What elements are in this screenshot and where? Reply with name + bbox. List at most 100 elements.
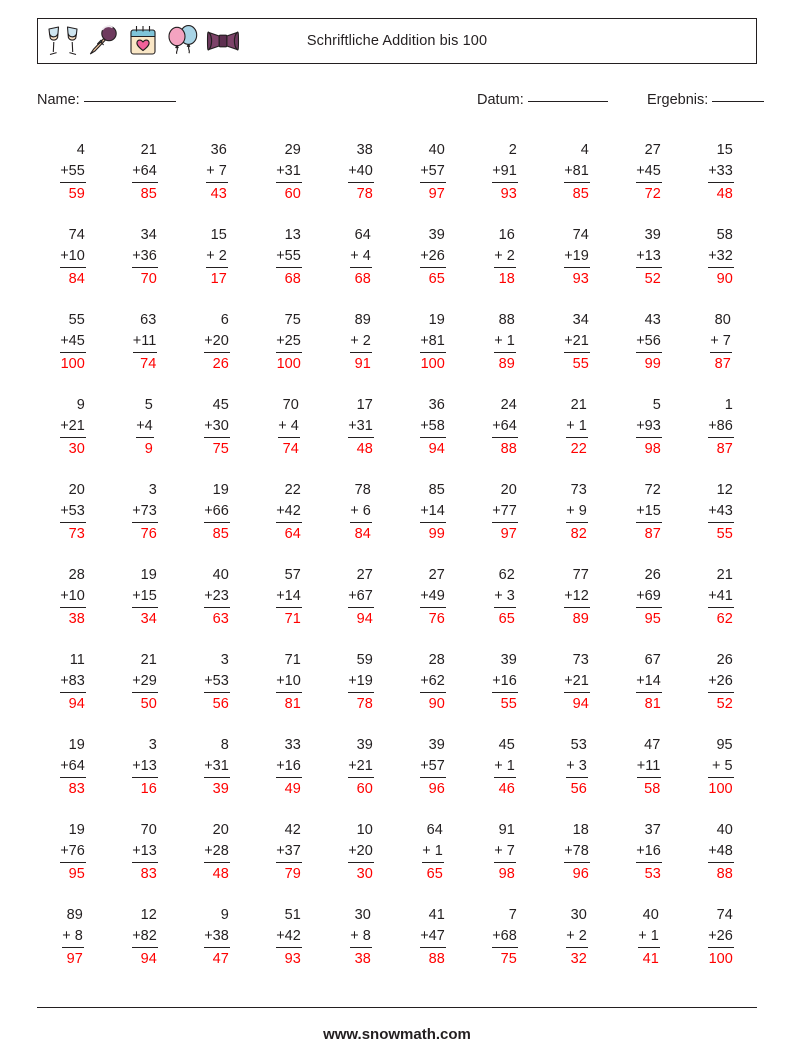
addend-bottom: + 9 <box>566 501 588 523</box>
problem-cell: 24 +64 88 <box>469 395 541 480</box>
problem-cell: 27 +45 72 <box>613 140 685 225</box>
addend-top: 28 <box>68 567 85 583</box>
problem-cell: 64 + 1 65 <box>397 820 469 905</box>
addend-bottom: +13 <box>132 756 158 778</box>
addend-top: 19 <box>212 482 229 498</box>
calendar-heart-icon <box>130 26 156 55</box>
addend-top: 16 <box>498 227 515 243</box>
addend-top: 1 <box>724 397 733 413</box>
problem-cell: 15 +33 48 <box>685 140 757 225</box>
addend-top: 91 <box>498 822 515 838</box>
addend-top: 26 <box>716 652 733 668</box>
addition-problem: 21 +64 85 <box>132 140 158 205</box>
addend-top: 21 <box>140 652 157 668</box>
addend-top: 43 <box>644 312 661 328</box>
answer-sum: 78 <box>356 185 373 202</box>
addend-bottom: +23 <box>204 586 230 608</box>
addend-bottom: +73 <box>132 501 158 523</box>
date-input[interactable] <box>527 101 608 102</box>
addend-bottom: + 2 <box>494 246 516 268</box>
answer-sum: 100 <box>708 780 733 797</box>
answer-sum: 87 <box>714 355 731 372</box>
answer-sum: 43 <box>210 185 227 202</box>
addend-bottom: +29 <box>132 671 158 693</box>
addition-problem: 64 + 1 65 <box>422 820 444 885</box>
addend-top: 78 <box>354 482 371 498</box>
addend-bottom: +19 <box>348 671 374 693</box>
answer-sum: 95 <box>644 610 661 627</box>
header-icon-strip <box>38 19 241 63</box>
addition-problem: 53 + 3 56 <box>566 735 588 800</box>
footer-site-url: www.snowmath.com <box>323 1026 471 1043</box>
answer-sum: 55 <box>572 355 589 372</box>
answer-sum: 62 <box>716 610 733 627</box>
addend-top: 39 <box>428 737 445 753</box>
problem-cell: 36 +58 94 <box>397 395 469 480</box>
answer-sum: 94 <box>572 695 589 712</box>
problem-cell: 19 +76 95 <box>37 820 109 905</box>
answer-sum: 74 <box>282 440 299 457</box>
answer-sum: 94 <box>356 610 373 627</box>
name-input[interactable] <box>83 101 176 102</box>
answer-sum: 71 <box>284 610 301 627</box>
answer-sum: 81 <box>644 695 661 712</box>
addend-top: 39 <box>644 227 661 243</box>
score-input[interactable] <box>712 101 765 102</box>
addition-problem: 27 +45 72 <box>636 140 662 205</box>
problem-cell: 40 +23 63 <box>181 565 253 650</box>
addend-top: 89 <box>354 312 371 328</box>
addition-problem: 70 +13 83 <box>132 820 158 885</box>
problem-cell: 85 +14 99 <box>397 480 469 565</box>
problem-cell: 39 +57 96 <box>397 735 469 820</box>
addend-top: 36 <box>428 397 445 413</box>
addend-top: 18 <box>572 822 589 838</box>
problem-cell: 40 +48 88 <box>685 820 757 905</box>
addition-problem: 2 +91 93 <box>492 140 518 205</box>
addend-bottom: +78 <box>564 841 590 863</box>
answer-sum: 16 <box>140 780 157 797</box>
addend-bottom: + 4 <box>278 416 300 438</box>
bow-tie-icon <box>206 31 240 51</box>
addend-top: 39 <box>500 652 517 668</box>
addend-top: 19 <box>68 822 85 838</box>
answer-sum: 81 <box>284 695 301 712</box>
addition-problem: 41 +47 88 <box>420 905 446 970</box>
problem-cell: 26 +26 52 <box>685 650 757 735</box>
answer-sum: 90 <box>716 270 733 287</box>
problem-cell: 7 +68 75 <box>469 905 541 990</box>
addend-bottom: +10 <box>60 246 86 268</box>
addend-top: 58 <box>716 227 733 243</box>
addition-problem: 21 +41 62 <box>708 565 734 630</box>
addend-bottom: +57 <box>420 161 446 183</box>
addition-problem: 3 +73 76 <box>132 480 158 545</box>
addend-top: 15 <box>716 142 733 158</box>
answer-sum: 91 <box>354 355 371 372</box>
answer-sum: 64 <box>284 525 301 542</box>
answer-sum: 100 <box>276 355 301 372</box>
problem-cell: 19 +64 83 <box>37 735 109 820</box>
addend-top: 62 <box>498 567 515 583</box>
addend-bottom: +21 <box>564 331 590 353</box>
addition-problem: 85 +14 99 <box>420 480 446 545</box>
answer-sum: 22 <box>570 440 587 457</box>
answer-sum: 65 <box>428 270 445 287</box>
addend-top: 74 <box>716 907 733 923</box>
addend-bottom: +62 <box>420 671 446 693</box>
addend-bottom: +82 <box>132 926 158 948</box>
addend-bottom: +81 <box>564 161 590 183</box>
addition-problem: 39 +21 60 <box>348 735 374 800</box>
answer-sum: 94 <box>68 695 85 712</box>
addition-problem: 63 +11 74 <box>132 310 158 375</box>
problem-cell: 78 + 6 84 <box>325 480 397 565</box>
addend-bottom: + 5 <box>708 756 734 778</box>
answer-sum: 9 <box>144 440 153 457</box>
answer-sum: 90 <box>428 695 445 712</box>
addition-problem: 59 +19 78 <box>348 650 374 715</box>
addend-bottom: +45 <box>60 331 86 353</box>
addition-problem: 28 +10 38 <box>60 565 86 630</box>
addend-bottom: +10 <box>276 671 302 693</box>
problem-cell: 39 +16 55 <box>469 650 541 735</box>
answer-sum: 93 <box>500 185 517 202</box>
problem-cell: 51 +42 93 <box>253 905 325 990</box>
addend-bottom: + 8 <box>350 926 372 948</box>
